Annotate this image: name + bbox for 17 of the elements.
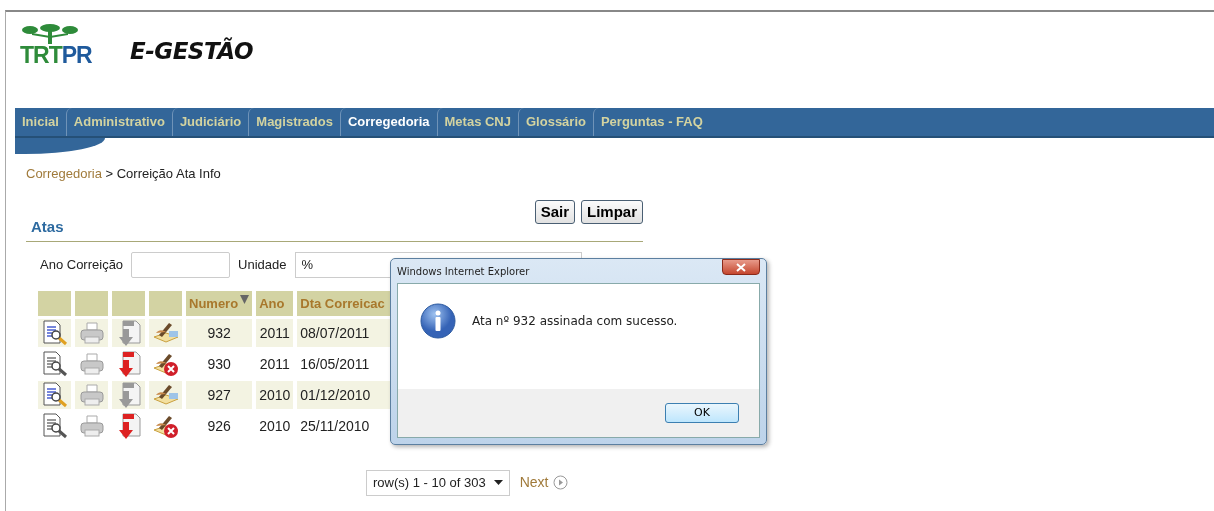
- breadcrumb-current: Correição Ata Info: [116, 166, 221, 181]
- year-cell-text: 2011: [258, 354, 291, 374]
- breadcrumb-separator: >: [105, 166, 114, 181]
- date-cell-text: 25/11/2010: [299, 416, 371, 436]
- app-title: E-GESTÃO: [130, 36, 253, 66]
- numero-cell-text: 930: [206, 354, 232, 374]
- field-label: Ano Correição: [40, 256, 124, 275]
- year-cell: 2010: [256, 381, 294, 409]
- dialog-title: Windows Internet Explorer: [397, 264, 530, 279]
- numero-cell-text: 926: [206, 416, 232, 436]
- numero-cell: 932: [186, 319, 253, 347]
- field-label: Unidade: [238, 256, 287, 275]
- logo-text: TRTPR: [20, 44, 92, 67]
- date-cell-text: 16/05/2011: [299, 354, 371, 374]
- year-cell: 2011: [256, 319, 294, 347]
- numero-cell: 927: [186, 381, 253, 409]
- year-cell-text: 2010: [258, 416, 292, 436]
